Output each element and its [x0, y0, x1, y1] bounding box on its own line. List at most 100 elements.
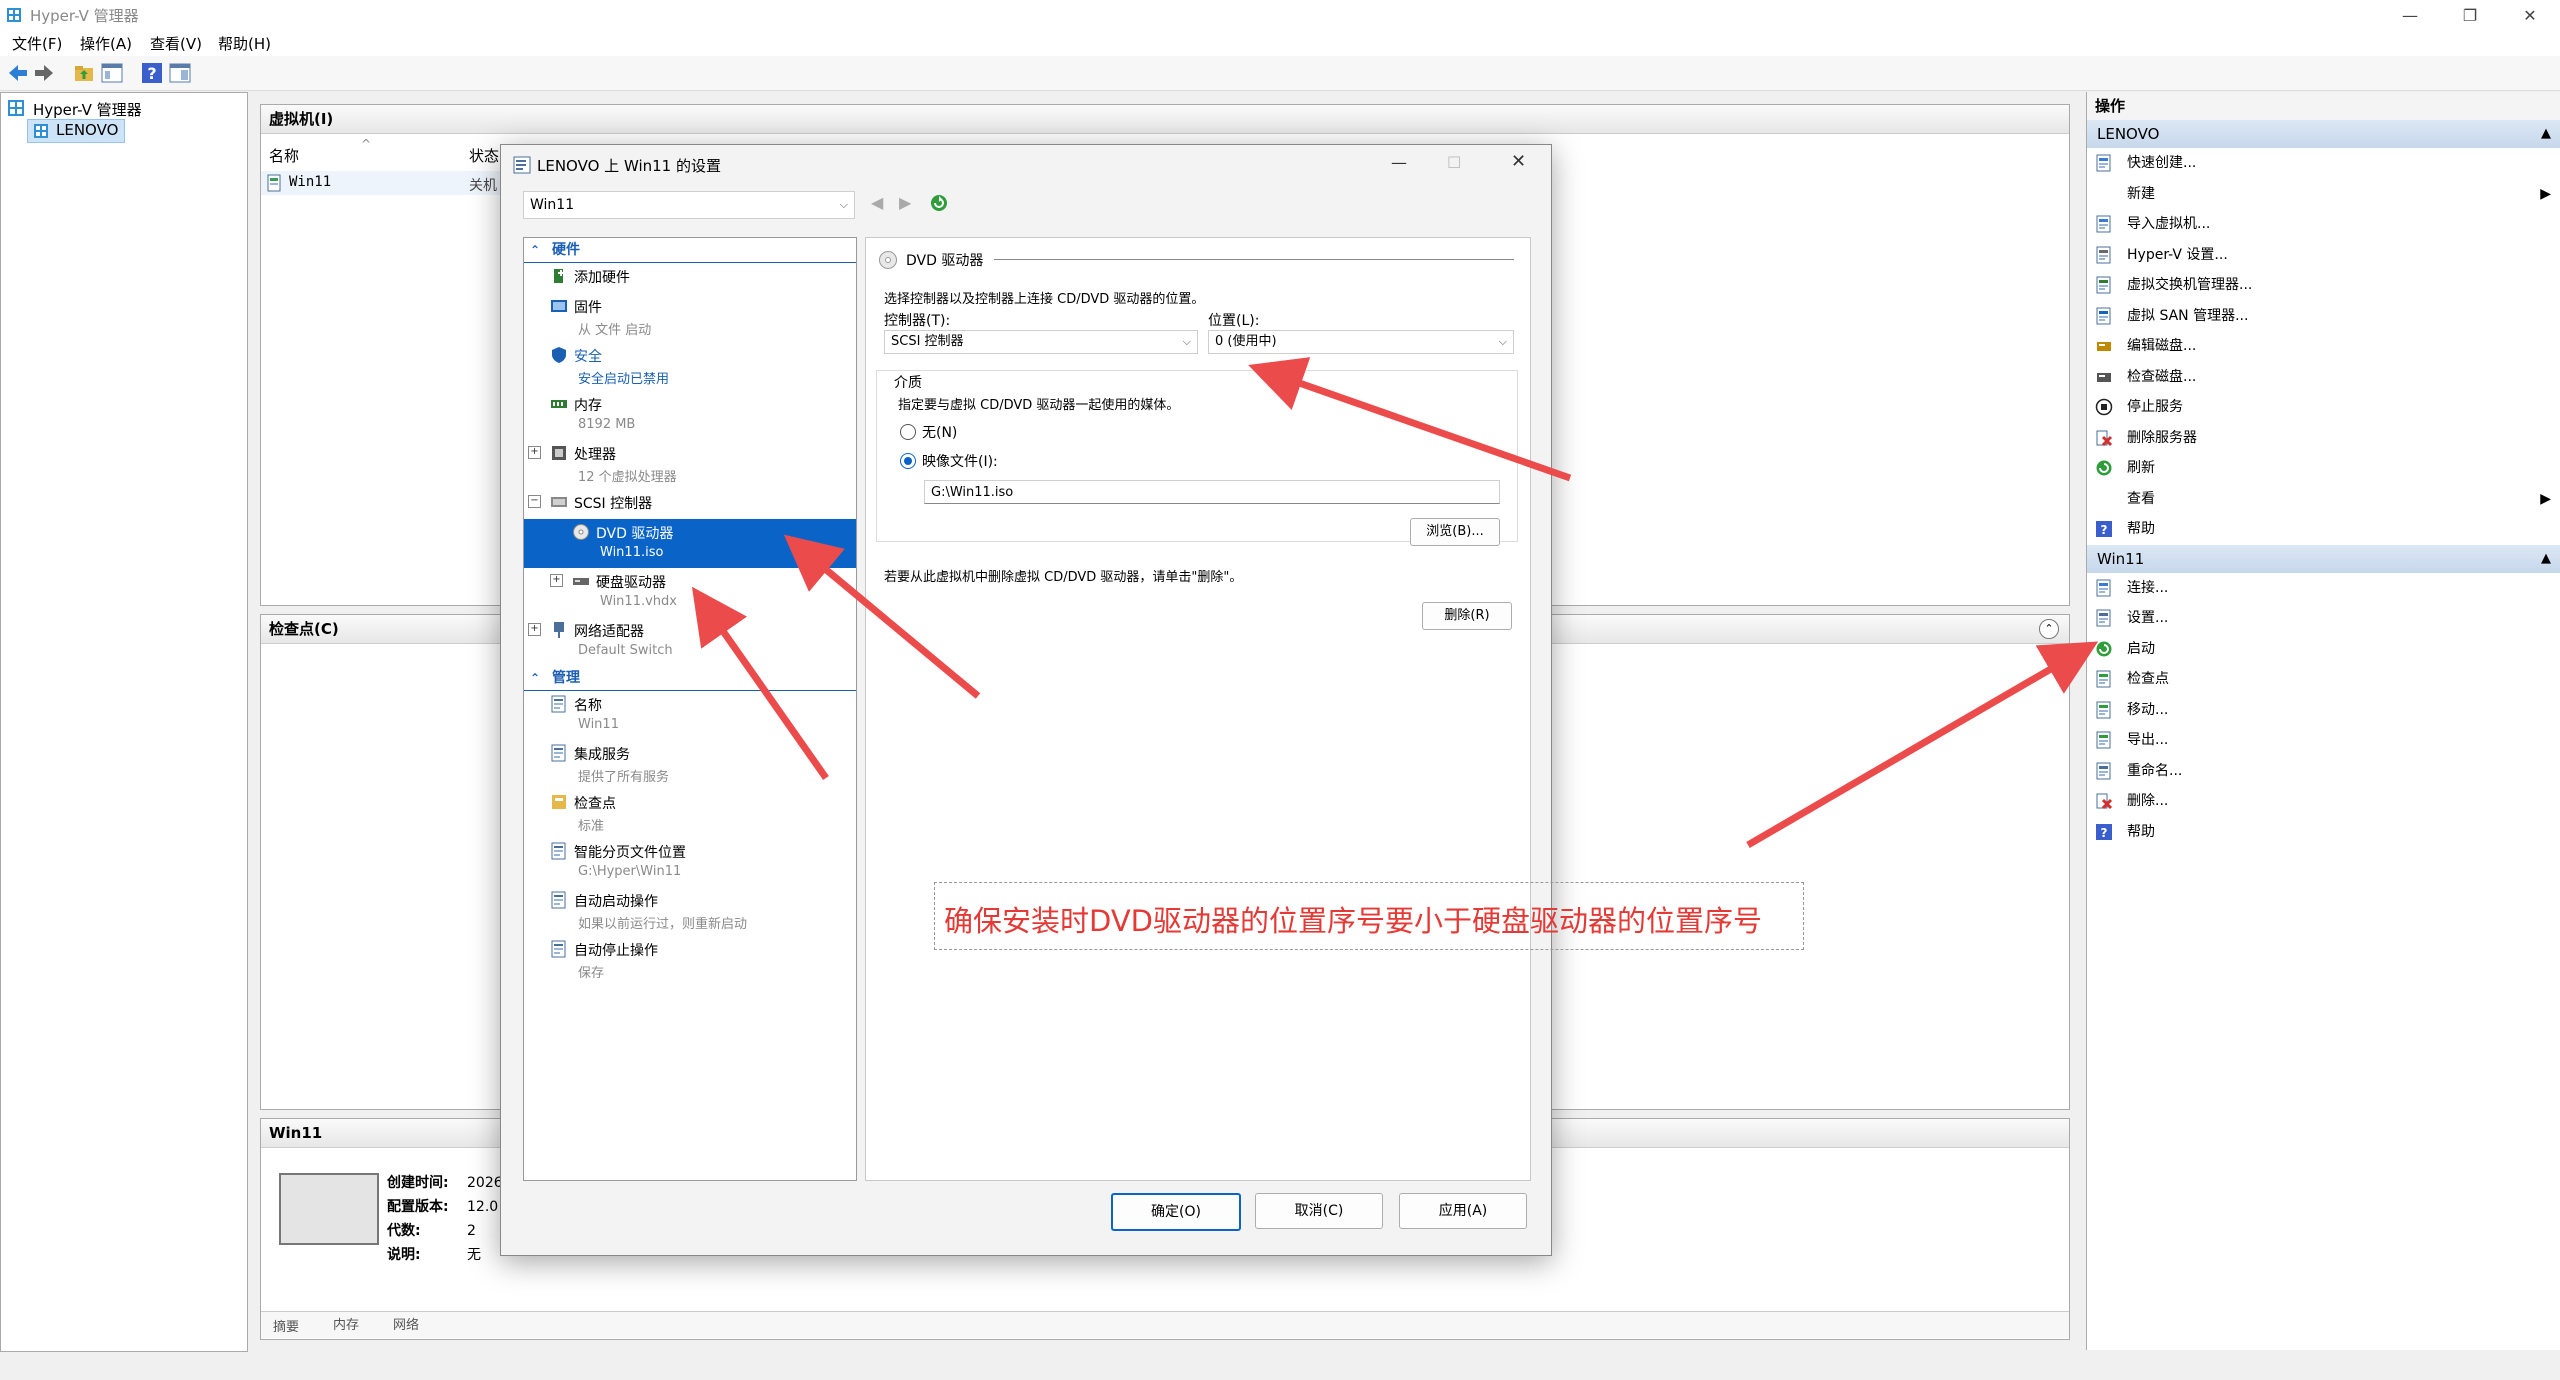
action-item[interactable]: 快速创建... [2087, 148, 2560, 179]
ok-button[interactable]: 确定(O) [1111, 1193, 1241, 1231]
chevron-down-icon: ⌵ [839, 198, 848, 211]
action-item[interactable]: 导出... [2087, 725, 2560, 756]
forward-arrow-icon[interactable] [32, 61, 56, 85]
svg-text:?: ? [2101, 523, 2108, 537]
hardware-item[interactable]: − SCSI 控制器 [524, 489, 856, 519]
menu-view[interactable]: 查看(V) [150, 33, 202, 54]
hardware-section[interactable]: ⌃ 硬件 [524, 238, 856, 263]
controller-select[interactable]: SCSI 控制器 ⌵ [884, 330, 1198, 354]
location-select[interactable]: 0 (使用中) ⌵ [1208, 330, 1514, 354]
action-item[interactable]: ? 帮助 [2087, 817, 2560, 848]
action-item[interactable]: 编辑磁盘... [2087, 331, 2560, 362]
back-arrow-icon[interactable] [6, 61, 30, 85]
tree-root[interactable]: Hyper-V 管理器 [33, 99, 142, 120]
menu-action[interactable]: 操作(A) [80, 33, 132, 54]
radio-image-file[interactable] [900, 453, 916, 469]
collapse-icon: ▲ [2541, 126, 2551, 141]
expand-icon[interactable]: + [528, 623, 541, 636]
management-item[interactable]: 自动启动操作 如果以前运行过，则重新启动 [524, 887, 856, 936]
tab-summary[interactable]: 摘要 [273, 1316, 299, 1335]
vm-row[interactable]: Win11 [261, 171, 501, 195]
hardware-item[interactable]: 安全 安全启动已禁用 [524, 342, 856, 391]
menu-file[interactable]: 文件(F) [12, 33, 62, 54]
action-item[interactable]: ? 帮助 [2087, 514, 2560, 545]
column-name[interactable]: 名称 [269, 145, 299, 166]
image-path-input[interactable]: G:\Win11.iso [924, 480, 1500, 504]
action-item[interactable]: 刷新 [2087, 453, 2560, 484]
action-item[interactable]: 重命名... [2087, 756, 2560, 787]
radio-image-label[interactable]: 映像文件(I): [922, 451, 998, 471]
previous-vm-icon[interactable]: ◀ [871, 193, 883, 212]
action-item[interactable]: 虚拟 SAN 管理器... [2087, 301, 2560, 332]
nav-sublabel: Win11.iso [600, 545, 664, 560]
action-item[interactable]: Hyper-V 设置... [2087, 240, 2560, 271]
tab-memory[interactable]: 内存 [333, 1314, 359, 1333]
action-item[interactable]: 查看 ▶ [2087, 484, 2560, 515]
vm-selector[interactable]: Win11 ⌵ [523, 191, 855, 219]
nav-sublabel: Win11 [578, 717, 619, 732]
collapse-chevron-icon[interactable]: ⌃ [2039, 619, 2059, 639]
action-item[interactable]: 停止服务 [2087, 392, 2560, 423]
action-item[interactable]: 连接... [2087, 573, 2560, 604]
hyperv-manager-icon [7, 99, 25, 117]
action-item[interactable]: 检查磁盘... [2087, 362, 2560, 393]
cancel-button[interactable]: 取消(C) [1255, 1193, 1383, 1229]
remove-button[interactable]: 删除(R) [1422, 602, 1512, 630]
hardware-item[interactable]: 添加硬件 [524, 263, 856, 293]
management-item[interactable]: 集成服务 提供了所有服务 [524, 740, 856, 789]
hardware-item[interactable]: DVD 驱动器 Win11.iso [524, 519, 856, 568]
action-item[interactable]: 移动... [2087, 695, 2560, 726]
panel-icon[interactable] [168, 61, 192, 85]
help-icon[interactable]: ? [140, 61, 164, 85]
expand-icon[interactable]: + [550, 574, 563, 587]
menu-help[interactable]: 帮助(H) [218, 33, 271, 54]
radio-none-label[interactable]: 无(N) [922, 422, 957, 442]
apply-button[interactable]: 应用(A) [1399, 1193, 1527, 1229]
action-item[interactable]: 导入虚拟机... [2087, 209, 2560, 240]
radio-none[interactable] [900, 424, 916, 440]
hardware-item[interactable]: 固件从 文件 启动 [524, 293, 856, 342]
hardware-item[interactable]: + 网络适配器 Default Switch [524, 617, 856, 666]
hardware-item[interactable]: + 硬盘驱动器 Win11.vhdx [524, 568, 856, 617]
auto-stop-icon [550, 940, 568, 958]
actions-section-lenovo[interactable]: LENOVO ▲ [2087, 120, 2560, 148]
minimize-button[interactable]: — [2380, 0, 2440, 30]
close-button[interactable]: ✕ [2500, 0, 2560, 30]
console-tree-icon[interactable] [100, 61, 124, 85]
collapse-icon[interactable]: − [528, 495, 541, 508]
dialog-minimize-button[interactable]: — [1391, 153, 1407, 172]
action-item[interactable]: 虚拟交换机管理器... [2087, 270, 2560, 301]
action-label: 新建 [2127, 185, 2155, 202]
management-item[interactable]: 自动停止操作 保存 [524, 936, 856, 985]
hardware-item[interactable]: 内存 8192 MB [524, 391, 856, 440]
actions-section-win11[interactable]: Win11 ▲ [2087, 544, 2560, 573]
management-item[interactable]: 名称 Win11 [524, 691, 856, 740]
action-label: 刷新 [2127, 460, 2155, 476]
action-item[interactable]: 检查点 [2087, 664, 2560, 695]
vm-list-header: 名称 ^ [261, 137, 501, 169]
browse-button[interactable]: 浏览(B)... [1410, 518, 1500, 546]
maximize-button[interactable]: ❐ [2440, 0, 2500, 30]
action-item[interactable]: 新建 ▶ [2087, 179, 2560, 210]
management-item[interactable]: 智能分页文件位置 G:\Hyper\Win11 [524, 838, 856, 887]
tree-server-selected[interactable]: LENOVO [27, 119, 125, 143]
next-vm-icon[interactable]: ▶ [899, 193, 911, 212]
action-item[interactable]: 删除服务器 [2087, 423, 2560, 454]
action-item[interactable]: 设置... [2087, 603, 2560, 634]
nav-label: 自动停止操作 [574, 943, 658, 959]
management-section-label: 管理 [552, 670, 580, 686]
action-item[interactable]: 删除... [2087, 786, 2560, 817]
hardware-item[interactable]: + 处理器 12 个虚拟处理器 [524, 440, 856, 489]
settings-nav: ⌃ 硬件 添加硬件 固件从 文件 启动 安全 安全启动已禁用 内存 8192 MB + 处理器… [523, 237, 857, 1181]
dialog-close-button[interactable]: ✕ [1511, 151, 1526, 172]
action-label: 导出... [2127, 732, 2169, 748]
tab-network[interactable]: 网络 [393, 1314, 419, 1333]
management-section[interactable]: ⌃ 管理 [524, 666, 856, 691]
expand-icon[interactable]: + [528, 446, 541, 459]
management-item[interactable]: 检查点 标准 [524, 789, 856, 838]
nav-label: DVD 驱动器 [596, 526, 674, 542]
column-state[interactable]: 状态 [469, 145, 499, 166]
refresh-icon[interactable] [929, 193, 949, 213]
folder-up-icon[interactable] [72, 61, 96, 85]
action-item[interactable]: 启动 [2087, 634, 2560, 665]
